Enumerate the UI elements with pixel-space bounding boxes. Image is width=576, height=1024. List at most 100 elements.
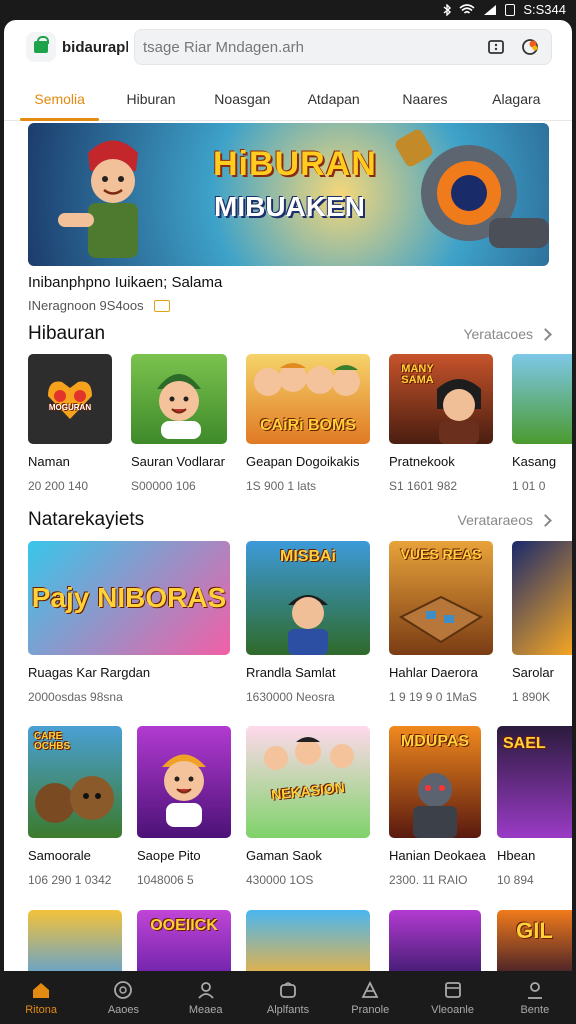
app-icon xyxy=(512,354,572,444)
app-title: Hahlar Daerora xyxy=(389,665,478,680)
nav-item-home[interactable]: Ritona xyxy=(0,971,82,1024)
nav-label: Meaea xyxy=(188,1003,223,1016)
see-more-button[interactable]: Verataraeos xyxy=(458,512,552,528)
microphone-button[interactable] xyxy=(483,34,509,60)
hero-cannon-image xyxy=(395,129,549,248)
nav-item-library[interactable]: Vleoanle xyxy=(411,971,493,1024)
nav-label: Pranole xyxy=(351,1003,390,1016)
battery-icon xyxy=(505,3,516,16)
nav-item-profile[interactable]: Meaea xyxy=(165,971,247,1024)
app-icon: CAiRi BOMS xyxy=(246,354,370,444)
signal-icon xyxy=(484,4,497,15)
library-icon xyxy=(442,980,464,1000)
app-icon xyxy=(131,354,227,444)
app-card[interactable]: NEKASION Gaman Saok 430000 1OS xyxy=(246,726,370,887)
app-card[interactable]: OOEIICK xyxy=(137,910,231,971)
app-art-text: MISBAi xyxy=(280,548,336,565)
app-icon: VUES REAS xyxy=(389,541,493,655)
app-meta: 1 890K xyxy=(512,690,551,704)
app-title: Sauran Vodlarar xyxy=(131,454,225,469)
app-meta: 1630000 Neosra xyxy=(246,690,335,704)
chevron-right-icon xyxy=(539,327,552,341)
nav-item-rewards[interactable]: Pranole xyxy=(329,971,411,1024)
app-meta: 1 9 19 9 0 1MaS xyxy=(389,690,478,704)
app-art-text: OOEIICK xyxy=(150,917,218,934)
app-card[interactable]: MANY SAMA Pratnekook S1 1601 982 xyxy=(389,354,493,493)
app-icon xyxy=(137,726,231,838)
store-name: bidaurapla xyxy=(62,38,128,56)
avatar-icon xyxy=(522,39,538,55)
app-meta: S1 1601 982 xyxy=(389,479,458,493)
nav-item-games[interactable]: Aaoes xyxy=(82,971,164,1024)
hero-banner[interactable]: HiBURAN MIBUAKEN xyxy=(28,123,549,266)
section-title: Natarekayiets xyxy=(28,509,145,530)
app-card[interactable]: Sauran Vodlarar S00000 106 xyxy=(131,354,227,493)
see-more-label: Yeratacoes xyxy=(463,326,533,342)
app-meta: 430000 1OS xyxy=(246,873,314,887)
app-title: Ruagas Kar Rargdan xyxy=(28,665,151,680)
app-card[interactable]: SAEL Hbean 10 894 xyxy=(497,726,572,887)
tab-noasgan[interactable]: Noasgan xyxy=(197,75,288,120)
app-icon: MISBAi xyxy=(246,541,370,655)
tab-alagara[interactable]: Alagara xyxy=(471,75,562,120)
app-art-text: MDUPAS xyxy=(400,733,470,750)
app-meta: 1S 900 1 lats xyxy=(246,479,317,493)
wifi-icon xyxy=(459,3,475,14)
app-title: Hanian Deokaea xyxy=(389,848,486,863)
profile-button[interactable] xyxy=(517,34,543,60)
app-card[interactable]: MISBAi Rrandla Samlat 1630000 Neosra xyxy=(246,541,370,704)
app-meta: 106 290 1 0342 xyxy=(28,873,112,887)
app-meta: 2000osdas 98sna xyxy=(28,690,123,704)
section-hibauran-header: Hibauran Yeratacoes xyxy=(28,322,552,346)
section-title: Hibauran xyxy=(28,323,106,344)
app-icon: Pajy NIBORAS xyxy=(28,541,230,655)
tab-hiburan[interactable]: Hiburan xyxy=(105,75,196,120)
tab-atdapan[interactable]: Atdapan xyxy=(288,75,379,120)
app-title: Naman xyxy=(28,454,70,469)
nav-label: Alplfants xyxy=(266,1003,310,1016)
nav-label: Vleoanle xyxy=(431,1003,474,1016)
app-card[interactable] xyxy=(246,910,370,971)
tab-semolia[interactable]: Semolia xyxy=(14,75,105,121)
tab-naares[interactable]: Naares xyxy=(379,75,470,120)
app-card[interactable]: VUES REAS Hahlar Daerora 1 9 19 9 0 1MaS xyxy=(389,541,493,704)
app-card[interactable]: GIL xyxy=(497,910,572,971)
app-card[interactable]: Pajy NIBORAS Ruagas Kar Rargdan 2000osda… xyxy=(28,541,230,704)
section-natarekayiets-header: Natarekayiets Verataraeos xyxy=(28,508,552,532)
app-card[interactable]: Saope Pito 1048006 5 xyxy=(137,726,231,887)
search-bar[interactable] xyxy=(134,29,552,65)
app-title: Gaman Saok xyxy=(246,848,322,863)
section-third-row: CARE OCHBS Samoorale 106 290 1 0342 Saop… xyxy=(28,726,572,896)
see-more-button[interactable]: Yeratacoes xyxy=(463,326,552,342)
app-meta: 1 01 0 xyxy=(512,479,546,493)
app-title: Hbean xyxy=(497,848,536,863)
app-card[interactable] xyxy=(389,910,481,971)
hero-subtitle: MIBUAKEN xyxy=(214,191,365,222)
section-fourth-row: OOEIICK GIL xyxy=(28,910,572,971)
nav-item-account[interactable]: Bente xyxy=(494,971,576,1024)
app-art-text: MOGURAN xyxy=(48,403,92,412)
games-icon xyxy=(112,980,134,1000)
app-card[interactable]: MOGURAN Naman 20 200 140 xyxy=(28,354,112,493)
section-hibauran-row: MOGURAN Naman 20 200 140 Sauran Vodlarar… xyxy=(28,354,572,504)
app-title: Rrandla Samlat xyxy=(246,665,336,680)
app-card[interactable] xyxy=(28,910,122,971)
hero-title: HiBURAN xyxy=(213,145,377,183)
nav-label: Ritona xyxy=(25,1003,58,1016)
app-card[interactable]: CAiRi BOMS Geapan Dogoikakis 1S 900 1 la… xyxy=(246,354,370,493)
apps-icon xyxy=(277,980,299,1000)
app-title: Sarolar xyxy=(512,665,554,680)
store-logo[interactable] xyxy=(26,32,56,62)
app-title: Saope Pito xyxy=(137,848,201,863)
nav-item-apps[interactable]: Alplfants xyxy=(247,971,329,1024)
app-icon: GIL xyxy=(497,910,572,971)
nav-label: Aaoes xyxy=(107,1003,140,1016)
search-input[interactable] xyxy=(143,38,475,56)
category-tabs: Semolia Hiburan Noasgan Atdapan Naares A… xyxy=(4,75,572,121)
app-card[interactable]: MDUPAS Hanian Deokaea 2300. 11 RAIO xyxy=(389,726,486,887)
app-card[interactable]: CARE OCHBS Samoorale 106 290 1 0342 xyxy=(28,726,122,887)
scan-icon xyxy=(488,40,504,54)
app-icon: CARE OCHBS xyxy=(28,726,122,838)
app-card[interactable]: Sarolar 1 890K xyxy=(512,541,572,704)
app-card[interactable]: Kasang 1 01 0 xyxy=(512,354,572,493)
